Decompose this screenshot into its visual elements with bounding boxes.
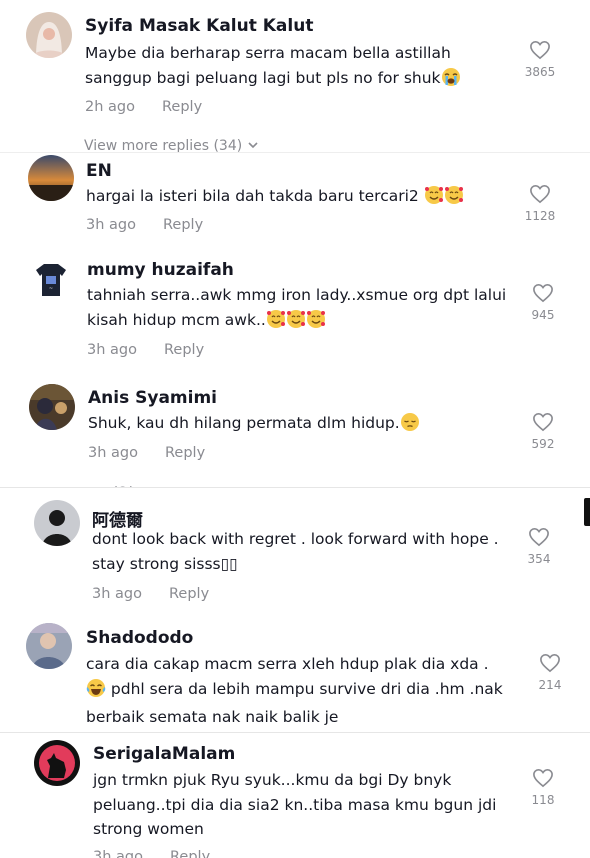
like-count: 592: [531, 437, 555, 451]
smiling-face-with-hearts-icon: [286, 309, 306, 337]
comment-text-content: Shuk, kau dh hilang permata dlm hidup.: [88, 414, 400, 432]
scroll-edge: [584, 498, 590, 526]
avatar[interactable]: [28, 155, 74, 201]
comment-text: jgn trmkn pjuk Ryu syuk...kmu da bgi Dy …: [93, 768, 503, 842]
like-count: 214: [538, 678, 562, 692]
view-more-replies-label[interactable]: View more replies (34): [84, 138, 242, 152]
comment-meta: 3h ago Reply: [93, 849, 210, 858]
face-with-tears-of-joy-icon: [86, 678, 106, 706]
comment-username[interactable]: SerigalaMalam: [93, 744, 235, 764]
reply-button[interactable]: Reply: [165, 445, 205, 461]
reply-button[interactable]: Reply: [163, 217, 203, 233]
comment-text: tahniah serra..awk mmg iron lady..xsmue …: [87, 283, 507, 336]
reply-button[interactable]: Reply: [162, 99, 202, 115]
like-button[interactable]: 3865: [520, 40, 560, 79]
like-button[interactable]: 592: [523, 412, 563, 451]
comment-time: 3h ago: [88, 445, 138, 461]
comment-meta: 3h ago Reply: [86, 217, 203, 233]
comment-text: Shuk, kau dh hilang permata dlm hidup.: [88, 411, 508, 440]
svg-text:~: ~: [49, 286, 53, 292]
heart-outline-icon[interactable]: [520, 184, 560, 204]
smiling-face-with-hearts-icon: [306, 309, 326, 337]
pensive-face-icon: [400, 412, 420, 440]
comment-time: 3h ago: [86, 217, 136, 233]
comment-text-content: dont look back with regret . look forwar…: [92, 530, 499, 573]
comment-meta: 3h ago Reply: [92, 586, 209, 602]
screenshot-seam: [0, 732, 590, 733]
comment-text-content: cara dia cakap macm serra xleh hdup plak…: [86, 655, 489, 673]
comment-time: 3h ago: [93, 849, 143, 858]
like-count: 3865: [524, 65, 556, 79]
reply-button[interactable]: Reply: [170, 849, 210, 858]
comment-username[interactable]: EN: [86, 161, 112, 181]
like-count: 354: [527, 552, 551, 566]
avatar[interactable]: [34, 740, 80, 786]
comment-time: 2h ago: [85, 99, 135, 115]
comment-text: cara dia cakap macm serra xleh hdup plak…: [86, 652, 516, 730]
comment-time: 3h ago: [87, 342, 137, 358]
comment-text-content: Maybe dia berharap serra macam bella ast…: [85, 44, 451, 87]
like-button[interactable]: 1128: [520, 184, 560, 223]
comment-text-content: jgn trmkn pjuk Ryu syuk...kmu da bgi Dy …: [93, 771, 497, 838]
like-count: 945: [531, 308, 555, 322]
like-button[interactable]: 945: [523, 283, 563, 322]
reply-button[interactable]: Reply: [164, 342, 204, 358]
comment-time: 3h ago: [92, 586, 142, 602]
like-button[interactable]: 118: [523, 768, 563, 807]
comment-text: dont look back with regret . look forwar…: [92, 527, 502, 576]
avatar[interactable]: [29, 384, 75, 430]
reply-button[interactable]: Reply: [169, 586, 209, 602]
comment-text: Maybe dia berharap serra macam bella ast…: [85, 41, 505, 94]
heart-outline-icon[interactable]: [523, 768, 563, 788]
comment-text-content: hargai la isteri bila dah takda baru ter…: [86, 187, 419, 205]
heart-outline-icon[interactable]: [530, 653, 570, 673]
smiling-face-with-hearts-icon: [444, 185, 464, 213]
loudly-crying-face-icon: [441, 67, 461, 95]
like-count: 1128: [524, 209, 556, 223]
comment-username[interactable]: Syifa Masak Kalut Kalut: [85, 16, 313, 36]
like-count: 118: [531, 793, 555, 807]
heart-outline-icon[interactable]: [523, 412, 563, 432]
heart-outline-icon[interactable]: [520, 40, 560, 60]
smiling-face-with-hearts-icon: [266, 309, 286, 337]
smiling-face-with-hearts-icon: [424, 185, 444, 213]
like-button[interactable]: 214: [530, 653, 570, 692]
screenshot-seam: [0, 487, 590, 488]
screenshot-seam: [0, 152, 590, 153]
like-button[interactable]: 354: [519, 527, 559, 566]
comment-username[interactable]: Shadododo: [86, 628, 193, 648]
comment-meta: 3h ago Reply: [88, 445, 205, 461]
comment-meta: 2h ago Reply: [85, 99, 202, 115]
comment-text-content-continued: pdhl sera da lebih mampu survive dri dia…: [86, 679, 503, 727]
chevron-down-icon: [247, 138, 259, 152]
view-more-replies-button[interactable]: View more replies (34): [84, 138, 259, 152]
comment-username[interactable]: Anis Syamimi: [88, 388, 217, 408]
heart-outline-icon[interactable]: [519, 527, 559, 547]
comment-text: hargai la isteri bila dah takda baru ter…: [86, 184, 506, 213]
comment-username[interactable]: mumy huzaifah: [87, 260, 234, 280]
heart-outline-icon[interactable]: [523, 283, 563, 303]
avatar[interactable]: ~: [28, 256, 74, 302]
avatar[interactable]: [26, 623, 72, 669]
avatar[interactable]: [34, 500, 80, 546]
comment-meta: 3h ago Reply: [87, 342, 204, 358]
avatar[interactable]: [26, 12, 72, 58]
